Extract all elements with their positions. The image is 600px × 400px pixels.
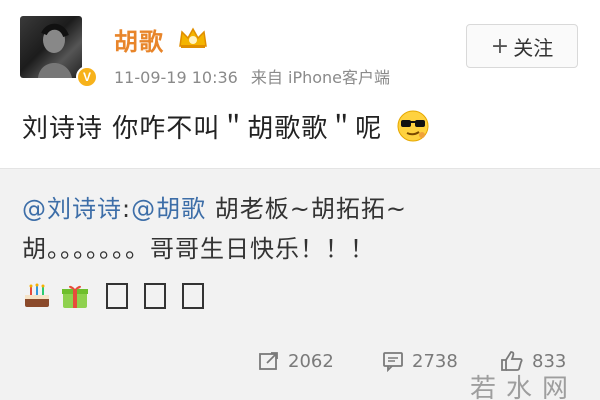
post-meta: 11-09-19 10:36 来自 iPhone客户端 [114, 64, 390, 88]
avatar-container[interactable]: V [20, 16, 98, 94]
repost-text-line-1: @刘诗诗:@胡歌 胡老板~胡拓拓~ [22, 189, 407, 224]
cool-sunglasses-emoji-icon [397, 110, 429, 141]
follow-label: 关注 [513, 35, 554, 60]
repost-text-line-2: 胡。。。。。。。哥哥生日快乐！！！ [22, 235, 375, 263]
mention-liushishi[interactable]: @刘诗诗 [22, 195, 122, 223]
repost-text-rest: 胡老板~胡拓拓~ [206, 195, 407, 223]
gift-emoji-icon [62, 285, 88, 308]
avatar[interactable] [20, 16, 82, 78]
repost-icon [259, 352, 278, 370]
repost-emoji-row [22, 279, 204, 313]
cake-emoji-icon [25, 283, 49, 307]
post-text: 刘诗诗 你咋不叫＂胡歌歌＂呢 [22, 108, 430, 147]
mention-huge[interactable]: @胡歌 [131, 195, 206, 223]
repost-count: 2062 [288, 350, 334, 372]
crown-vip-icon [179, 27, 207, 48]
comment-icon [383, 352, 403, 372]
post-timestamp[interactable]: 11-09-19 10:36 [114, 68, 238, 87]
mention-separator: : [122, 195, 132, 223]
verified-badge: V [76, 66, 98, 88]
plus-icon: + [490, 33, 510, 59]
comment-action[interactable]: 2738 [382, 341, 458, 381]
repost-action[interactable]: 2062 [258, 341, 334, 381]
weibo-post-card: V 胡歌 11-09-19 10:36 来自 iPhone客户端 + 关注 刘诗… [0, 0, 600, 400]
comment-count: 2738 [412, 350, 458, 372]
missing-glyph-box [182, 283, 204, 309]
username[interactable]: 胡歌 [114, 22, 164, 57]
missing-glyph-box [144, 283, 166, 309]
post-source: 来自 iPhone客户端 [250, 68, 391, 87]
reposted-content[interactable]: @刘诗诗:@胡歌 胡老板~胡拓拓~ 胡。。。。。。。哥哥生日快乐！！！ 2062… [0, 168, 600, 400]
post-text-content: 刘诗诗 你咋不叫＂胡歌歌＂呢 [22, 114, 383, 144]
site-watermark: 若水网 [470, 374, 579, 400]
follow-button[interactable]: + 关注 [466, 24, 578, 68]
missing-glyph-box [106, 283, 128, 309]
